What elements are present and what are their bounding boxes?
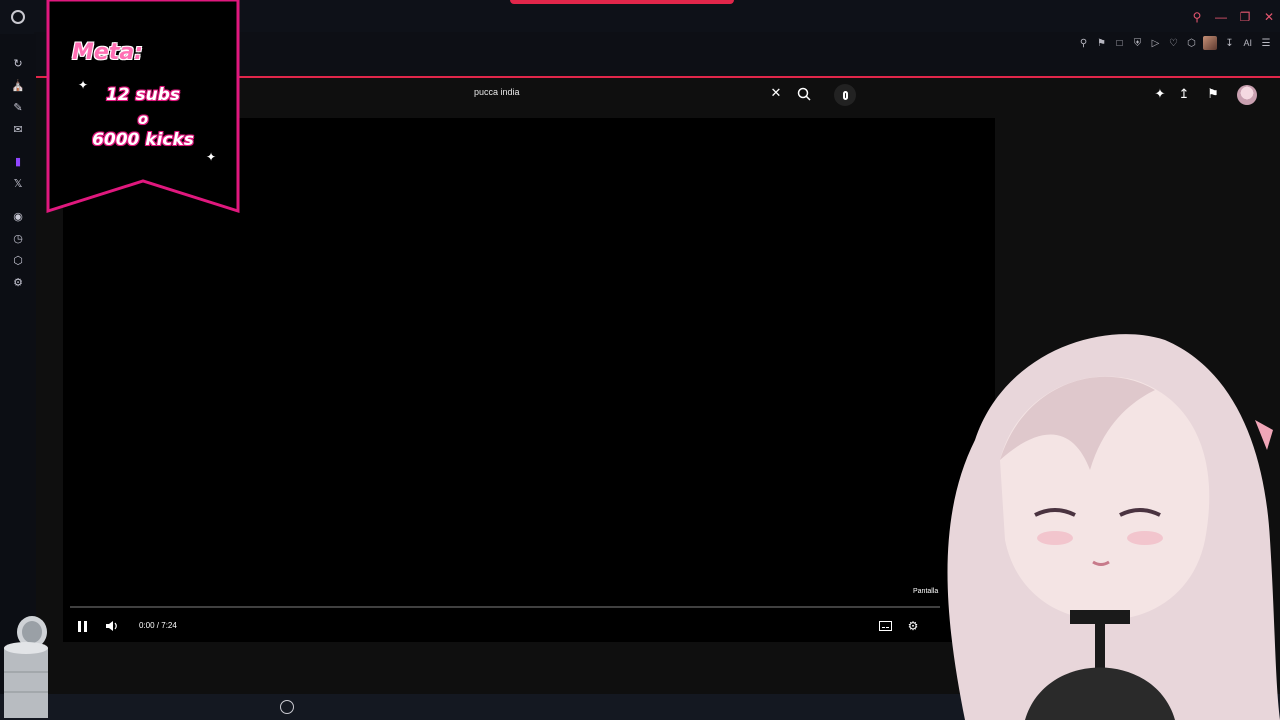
- notifications-icon[interactable]: ⚑: [1205, 86, 1221, 102]
- x-icon[interactable]: 𝕏: [11, 176, 25, 190]
- time-display: 0:00 / 7:24: [139, 621, 177, 630]
- close-icon[interactable]: ✕: [1262, 10, 1276, 24]
- mail-icon[interactable]: ✉: [11, 122, 25, 136]
- search-icon[interactable]: ⚲: [1190, 10, 1204, 24]
- sparkle-icon: ✦: [78, 78, 89, 92]
- settings-icon[interactable]: ⚙: [11, 275, 25, 289]
- play-icon[interactable]: ▷: [1149, 36, 1161, 50]
- crop-icon[interactable]: □: [1113, 36, 1125, 50]
- menu-icon[interactable]: ☰: [1260, 36, 1272, 50]
- search-button[interactable]: [794, 85, 814, 103]
- edit-icon[interactable]: ✎: [11, 100, 25, 114]
- ai-icon[interactable]: AI: [1241, 36, 1254, 50]
- player-icon[interactable]: ◉: [11, 209, 25, 223]
- sparkle-icon: ✦: [206, 150, 217, 164]
- account-avatar[interactable]: [1237, 85, 1257, 105]
- twitch-icon[interactable]: ▮: [11, 154, 25, 168]
- goal-banner: Meta: 12 subs o 6000 kicks ✦ ✦: [46, 0, 240, 214]
- pause-icon: [77, 620, 87, 632]
- create-icon[interactable]: ✦: [1152, 86, 1168, 102]
- volume-button[interactable]: [104, 618, 120, 634]
- download-icon[interactable]: ↧: [1223, 36, 1235, 50]
- browser-sidebar: ↻ ⛪ ✎ ✉ ▮ 𝕏 ◉ ◷ ⬡ ⚙: [0, 34, 36, 694]
- voice-search-button[interactable]: [834, 84, 856, 106]
- heart-icon[interactable]: ♡: [1167, 36, 1179, 50]
- tin-can-image: [4, 616, 48, 718]
- subtitles-button[interactable]: [877, 618, 893, 634]
- volume-icon: [106, 621, 117, 631]
- opera-logo-icon[interactable]: [11, 10, 25, 24]
- restore-icon[interactable]: ❐: [1238, 10, 1252, 24]
- banner-line-subs: 12 subs: [105, 85, 181, 105]
- banner-line-or: o: [137, 110, 149, 128]
- pin-icon[interactable]: ⚑: [1095, 36, 1107, 50]
- progress-bar[interactable]: [70, 606, 940, 608]
- extensions-icon[interactable]: ⬡: [1185, 36, 1197, 50]
- shield-icon[interactable]: ⛨: [1131, 36, 1143, 50]
- active-tab-indicator: [510, 0, 734, 4]
- vtuber-avatar: [947, 334, 1280, 720]
- window-controls: ⚲ — ❐ ✕: [1190, 10, 1276, 24]
- reload-icon[interactable]: ↻: [11, 56, 25, 70]
- extensions-icon[interactable]: ⬡: [11, 253, 25, 267]
- taskbar-app-icon[interactable]: [280, 700, 294, 714]
- zoom-icon[interactable]: ⚲: [1077, 36, 1089, 50]
- banner-shape: [46, 0, 240, 214]
- banner-line-kicks: 6000 kicks: [92, 130, 194, 150]
- search-input[interactable]: pucca india: [474, 87, 520, 97]
- minimize-icon[interactable]: —: [1214, 10, 1228, 24]
- pause-button[interactable]: [74, 618, 90, 634]
- mic-icon: [842, 90, 848, 100]
- extension-avatar[interactable]: [1203, 36, 1218, 50]
- search-icon: [797, 87, 811, 101]
- shop-icon[interactable]: ⛪: [11, 78, 25, 92]
- toolbar-icons: ⚲ ⚑ □ ⛨ ▷ ♡ ⬡ ↧ AI ☰: [1077, 36, 1272, 50]
- banner-title: Meta:: [72, 40, 143, 65]
- history-icon[interactable]: ◷: [11, 231, 25, 245]
- upload-icon[interactable]: ↥: [1176, 86, 1192, 102]
- clear-search-icon[interactable]: ✕: [768, 85, 784, 101]
- subtitles-icon: [878, 621, 892, 631]
- search-box[interactable]: pucca india ✕: [463, 82, 793, 106]
